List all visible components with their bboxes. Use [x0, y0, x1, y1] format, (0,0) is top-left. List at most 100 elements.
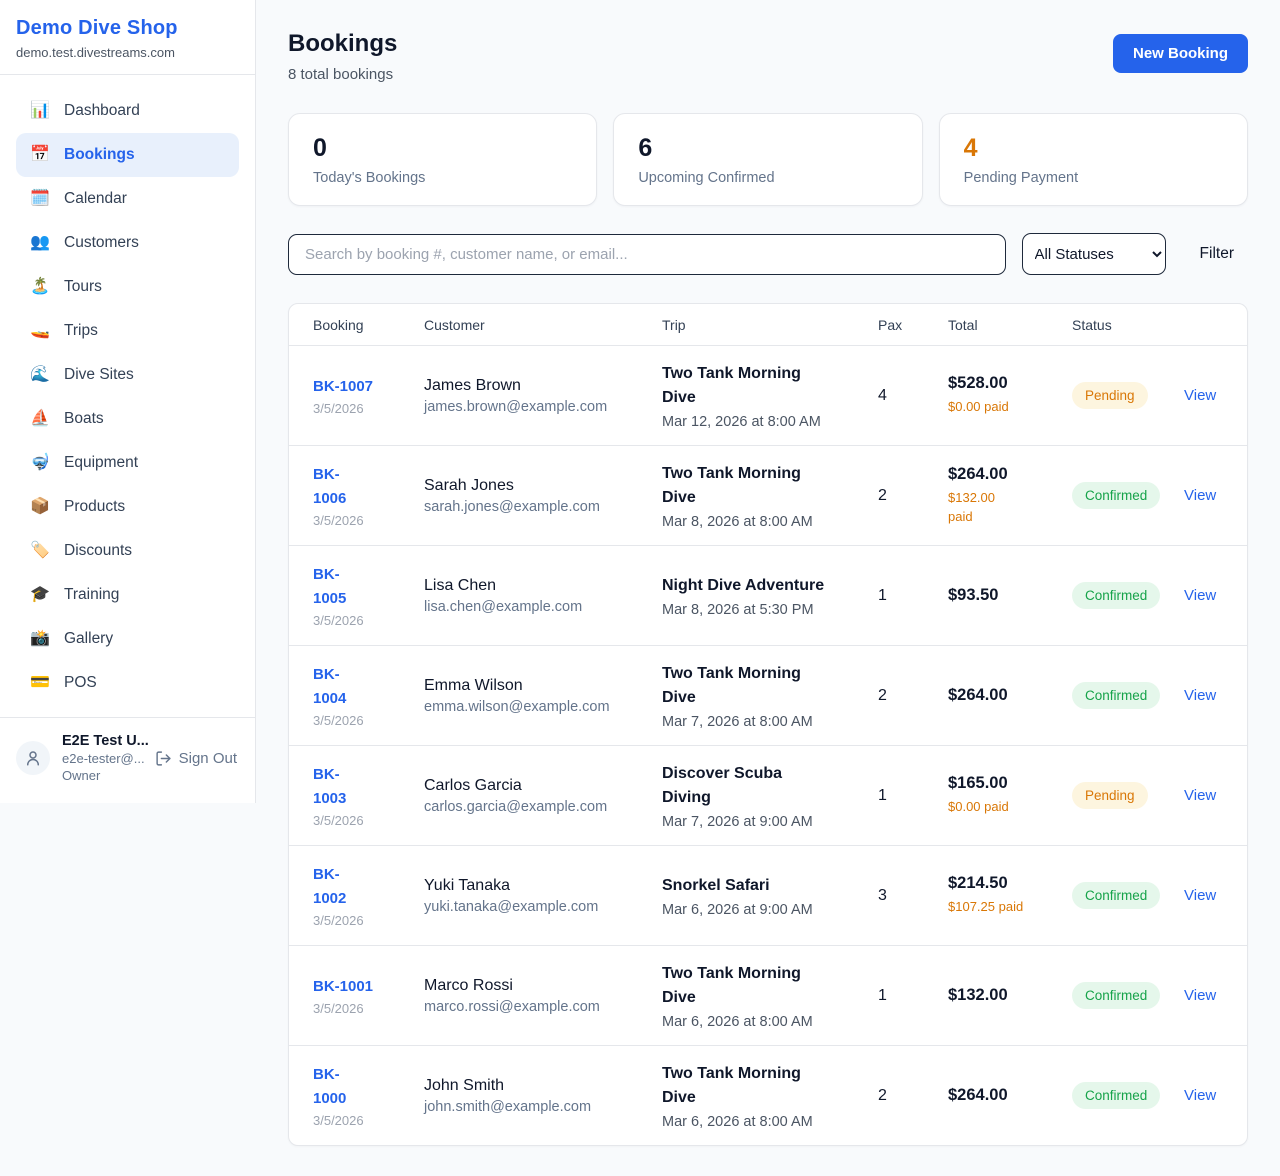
status-filter-select[interactable]: All Statuses — [1022, 233, 1166, 275]
booking-number-link[interactable]: BK- 1000 — [313, 1063, 346, 1110]
search-input[interactable] — [288, 234, 1006, 275]
new-booking-button[interactable]: New Booking — [1113, 34, 1248, 73]
booking-number-link[interactable]: BK- 1002 — [313, 863, 346, 910]
trip-name: Snorkel Safari — [662, 874, 868, 898]
sidebar-item-calendar[interactable]: 🗓️ Calendar — [16, 177, 239, 221]
sidebar-item-label: Equipment — [64, 454, 138, 472]
table-row: BK- 1002 3/5/2026 Yuki Tanaka yuki.tanak… — [289, 845, 1247, 945]
sidebar-item-boats[interactable]: ⛵ Boats — [16, 397, 239, 441]
sidebar-item-discounts[interactable]: 🏷️ Discounts — [16, 529, 239, 573]
view-booking-link[interactable]: View — [1184, 687, 1216, 704]
gallery-icon: 📸 — [30, 631, 50, 647]
total-amount: $93.50 — [948, 586, 1062, 605]
total-amount: $264.00 — [948, 1086, 1062, 1105]
view-booking-link[interactable]: View — [1184, 787, 1216, 804]
sidebar-item-training[interactable]: 🎓 Training — [16, 573, 239, 617]
view-booking-link[interactable]: View — [1184, 387, 1216, 404]
stats-row: 0 Today's Bookings 6 Upcoming Confirmed … — [288, 113, 1248, 206]
user-role: Owner — [62, 768, 141, 785]
actions-cell: View — [1184, 487, 1226, 505]
sidebar-item-label: Products — [64, 498, 125, 516]
sidebar-item-gallery[interactable]: 📸 Gallery — [16, 617, 239, 661]
view-booking-link[interactable]: View — [1184, 887, 1216, 904]
sidebar-item-dashboard[interactable]: 📊 Dashboard — [16, 89, 239, 133]
sidebar-item-label: Tours — [64, 278, 102, 296]
sidebar-item-label: Calendar — [64, 190, 127, 208]
view-booking-link[interactable]: View — [1184, 987, 1216, 1004]
stat-label: Upcoming Confirmed — [638, 170, 897, 186]
table-body: BK-1007 3/5/2026 James Brown james.brown… — [289, 345, 1247, 1145]
page-title: Bookings — [288, 30, 397, 58]
booking-cell: BK-1007 3/5/2026 — [313, 375, 424, 416]
sidebar-item-products[interactable]: 📦 Products — [16, 485, 239, 529]
pax-count: 2 — [878, 487, 948, 505]
booking-cell: BK- 1003 3/5/2026 — [313, 763, 424, 828]
customer-cell: James Brown james.brown@example.com — [424, 377, 662, 415]
view-booking-link[interactable]: View — [1184, 487, 1216, 504]
booking-created-date: 3/5/2026 — [313, 913, 414, 928]
user-box: E2E Test U... e2e-tester@... Owner Sign … — [0, 717, 255, 803]
customer-name: James Brown — [424, 377, 652, 395]
person-icon — [24, 749, 42, 767]
booking-cell: BK-1001 3/5/2026 — [313, 975, 424, 1016]
trip-datetime: Mar 7, 2026 at 9:00 AM — [662, 814, 868, 830]
sidebar-item-equipment[interactable]: 🤿 Equipment — [16, 441, 239, 485]
booking-number-link[interactable]: BK-1007 — [313, 375, 373, 398]
sign-out-button[interactable]: Sign Out — [153, 748, 239, 769]
column-header-customer: Customer — [424, 317, 662, 333]
sidebar-item-pos[interactable]: 💳 POS — [16, 661, 239, 705]
trip-cell: Two Tank Morning Dive Mar 8, 2026 at 8:0… — [662, 462, 878, 530]
trip-name: Discover Scuba Diving — [662, 762, 868, 810]
trip-datetime: Mar 6, 2026 at 9:00 AM — [662, 902, 868, 918]
table-row: BK- 1006 3/5/2026 Sarah Jones sarah.jone… — [289, 445, 1247, 545]
sidebar-item-label: Customers — [64, 234, 139, 252]
stat-value: 0 — [313, 133, 572, 163]
page-header: Bookings 8 total bookings New Booking — [288, 30, 1248, 83]
booking-number-link[interactable]: BK- 1003 — [313, 763, 346, 810]
pax-count: 2 — [878, 1087, 948, 1105]
sidebar-item-dive-sites[interactable]: 🌊 Dive Sites — [16, 353, 239, 397]
status-cell: Confirmed — [1072, 982, 1184, 1009]
total-cell: $528.00 $0.00 paid — [948, 374, 1072, 417]
customer-email: emma.wilson@example.com — [424, 699, 652, 715]
brand-block: Demo Dive Shop demo.test.divestreams.com — [0, 0, 255, 75]
status-badge: Confirmed — [1072, 882, 1160, 909]
total-cell: $214.50 $107.25 paid — [948, 874, 1072, 917]
booking-number-link[interactable]: BK-1001 — [313, 975, 373, 998]
customer-name: Yuki Tanaka — [424, 877, 652, 895]
booking-cell: BK- 1006 3/5/2026 — [313, 463, 424, 528]
sidebar: Demo Dive Shop demo.test.divestreams.com… — [0, 0, 256, 803]
pax-count: 1 — [878, 787, 948, 805]
stat-label: Pending Payment — [964, 170, 1223, 186]
sidebar-item-trips[interactable]: 🚤 Trips — [16, 309, 239, 353]
customer-name: Emma Wilson — [424, 677, 652, 695]
avatar — [16, 741, 50, 775]
filter-button[interactable]: Filter — [1200, 245, 1234, 263]
table-header-row: Booking Customer Trip Pax Total Status — [289, 304, 1247, 345]
actions-cell: View — [1184, 987, 1226, 1005]
sidebar-item-tours[interactable]: 🏝️ Tours — [16, 265, 239, 309]
dashboard-icon: 📊 — [30, 103, 50, 119]
trip-datetime: Mar 6, 2026 at 8:00 AM — [662, 1014, 868, 1030]
dive-sites-icon: 🌊 — [30, 367, 50, 383]
booking-created-date: 3/5/2026 — [313, 613, 414, 628]
column-header-pax: Pax — [878, 317, 948, 333]
sidebar-item-customers[interactable]: 👥 Customers — [16, 221, 239, 265]
view-booking-link[interactable]: View — [1184, 587, 1216, 604]
booking-number-link[interactable]: BK- 1005 — [313, 563, 346, 610]
total-amount: $528.00 — [948, 374, 1062, 393]
stat-card-todays-bookings: 0 Today's Bookings — [288, 113, 597, 206]
customer-email: sarah.jones@example.com — [424, 499, 652, 515]
sidebar-item-bookings[interactable]: 📅 Bookings — [16, 133, 239, 177]
trip-cell: Night Dive Adventure Mar 8, 2026 at 5:30… — [662, 574, 878, 618]
booking-number-link[interactable]: BK- 1006 — [313, 463, 346, 510]
total-cell: $264.00 — [948, 1086, 1072, 1105]
total-amount: $264.00 — [948, 465, 1062, 484]
table-row: BK- 1003 3/5/2026 Carlos Garcia carlos.g… — [289, 745, 1247, 845]
stat-card-pending-payment: 4 Pending Payment — [939, 113, 1248, 206]
trip-cell: Snorkel Safari Mar 6, 2026 at 9:00 AM — [662, 874, 878, 918]
status-badge: Confirmed — [1072, 482, 1160, 509]
view-booking-link[interactable]: View — [1184, 1087, 1216, 1104]
main-content: Bookings 8 total bookings New Booking 0 … — [256, 0, 1280, 1176]
booking-number-link[interactable]: BK- 1004 — [313, 663, 346, 710]
